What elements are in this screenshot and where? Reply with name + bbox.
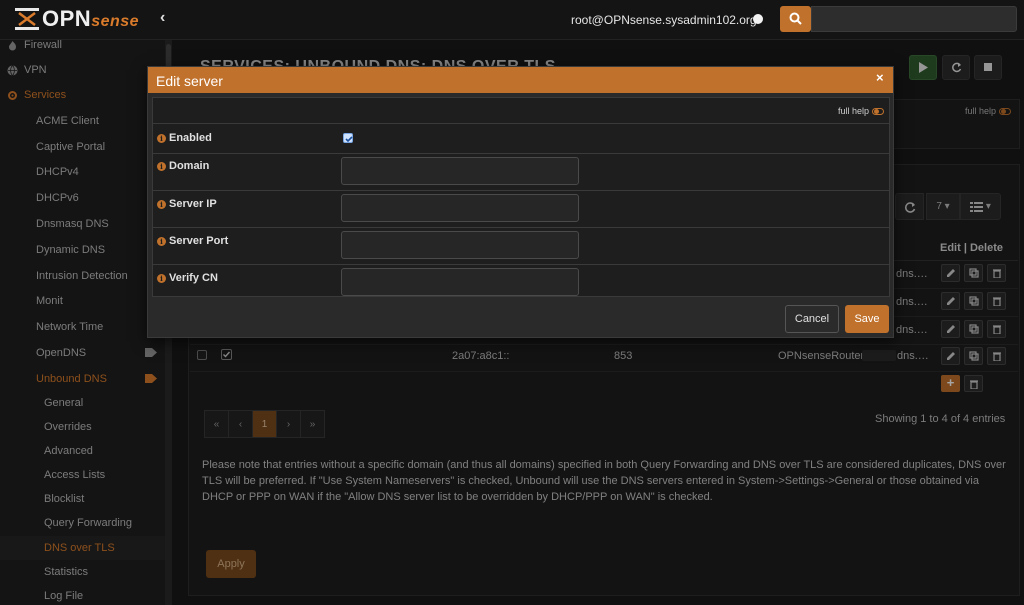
server-port-label[interactable]: i Server Port xyxy=(157,235,228,247)
verify-cn-input[interactable] xyxy=(341,268,579,296)
enabled-checkbox[interactable] xyxy=(343,133,353,143)
domain-input[interactable] xyxy=(341,157,579,185)
dialog-header: Edit server × xyxy=(148,67,893,93)
form-row-server-port: i Server Port xyxy=(153,227,889,264)
user-label[interactable]: root@OPNsense.sysadmin102.org xyxy=(571,13,757,27)
close-icon[interactable]: × xyxy=(876,70,884,85)
form-row-verify-cn: i Verify CN xyxy=(153,264,889,297)
search-icon xyxy=(789,12,802,25)
dialog-body: full help i Enabled i Domain i Server IP iS… xyxy=(152,97,890,297)
dialog-title: Edit server xyxy=(156,73,223,89)
status-dot-icon[interactable] xyxy=(753,14,763,24)
save-button[interactable]: Save xyxy=(845,305,889,333)
brand-name: OPNsense xyxy=(42,6,140,31)
server-ip-input[interactable] xyxy=(341,194,579,222)
enabled-label[interactable]: i Enabled xyxy=(157,132,212,144)
edit-server-dialog: Edit server × full help i Enabled i Domain… xyxy=(147,66,894,338)
cancel-button[interactable]: Cancel xyxy=(785,305,839,333)
form-row-enabled: i Enabled xyxy=(153,123,889,153)
form-row-server-ip: i Server IP xyxy=(153,190,889,227)
opnsense-logo[interactable]: OPNsense xyxy=(14,6,139,32)
form-row-domain: i Domain xyxy=(153,153,889,190)
toggle-icon xyxy=(872,108,885,116)
server-ip-label[interactable]: i Server IP xyxy=(157,198,217,210)
check-icon xyxy=(345,136,353,143)
sidebar-collapse-button[interactable]: ‹ xyxy=(160,9,165,27)
info-icon[interactable]: i xyxy=(157,161,166,171)
info-icon[interactable]: i xyxy=(157,199,166,209)
full-help-toggle[interactable]: full help xyxy=(838,106,885,116)
server-port-input[interactable] xyxy=(341,231,579,259)
search-button[interactable] xyxy=(780,6,811,32)
info-icon[interactable]: i xyxy=(157,273,166,283)
verify-cn-label[interactable]: i Verify CN xyxy=(157,272,218,284)
domain-label[interactable]: i Domain xyxy=(157,160,209,172)
info-icon[interactable]: i xyxy=(157,133,166,143)
logo-icon xyxy=(15,8,39,30)
info-icon[interactable]: i xyxy=(157,236,166,246)
search-input[interactable] xyxy=(811,6,1017,32)
